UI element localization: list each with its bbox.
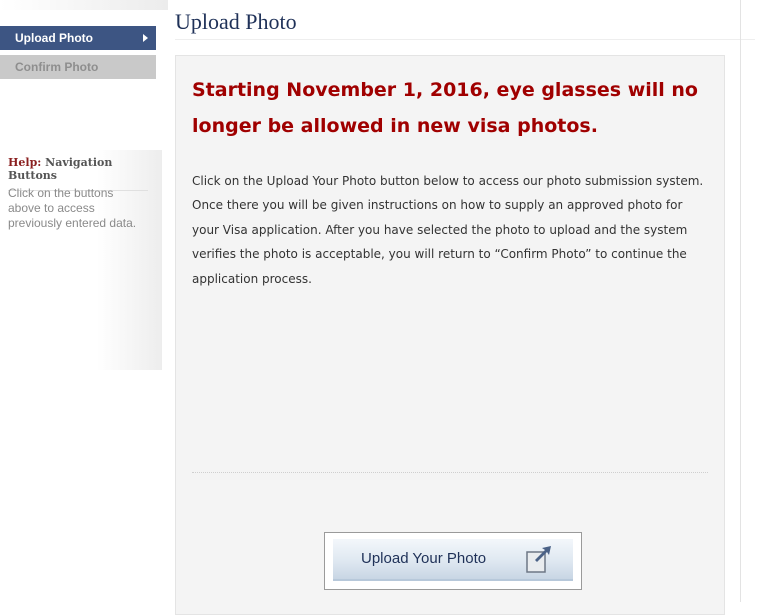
glasses-notice: Starting November 1, 2016, eye glasses w… [192, 79, 698, 137]
content-panel: Starting November 1, 2016, eye glasses w… [175, 55, 725, 615]
nav-top-fade [0, 0, 168, 10]
upload-button-label: Upload Your Photo [361, 550, 487, 567]
right-border [740, 0, 741, 602]
nav-item-confirm-photo[interactable]: Confirm Photo [0, 55, 156, 79]
title-divider [175, 39, 755, 40]
upload-your-photo-button[interactable]: Upload Your Photo [333, 539, 573, 581]
help-panel: Help: Navigation Buttons Click on the bu… [0, 150, 162, 370]
help-title-prefix: Help: [8, 156, 42, 169]
instructions-text: Click on the Upload Your Photo button be… [192, 174, 704, 286]
nav-item-upload-photo[interactable]: Upload Photo [0, 26, 156, 50]
left-navigation: Upload Photo Confirm Photo Help: Navigat… [0, 0, 168, 602]
section-divider [192, 472, 708, 473]
upload-icon [526, 546, 551, 573]
chevron-right-icon [143, 34, 148, 42]
help-text: Click on the buttons above to access pre… [8, 186, 137, 230]
nav-item-label: Confirm Photo [15, 60, 99, 74]
nav-item-label: Upload Photo [15, 31, 93, 45]
upload-button-frame: Upload Your Photo [324, 532, 582, 590]
page-title: Upload Photo [175, 9, 297, 34]
